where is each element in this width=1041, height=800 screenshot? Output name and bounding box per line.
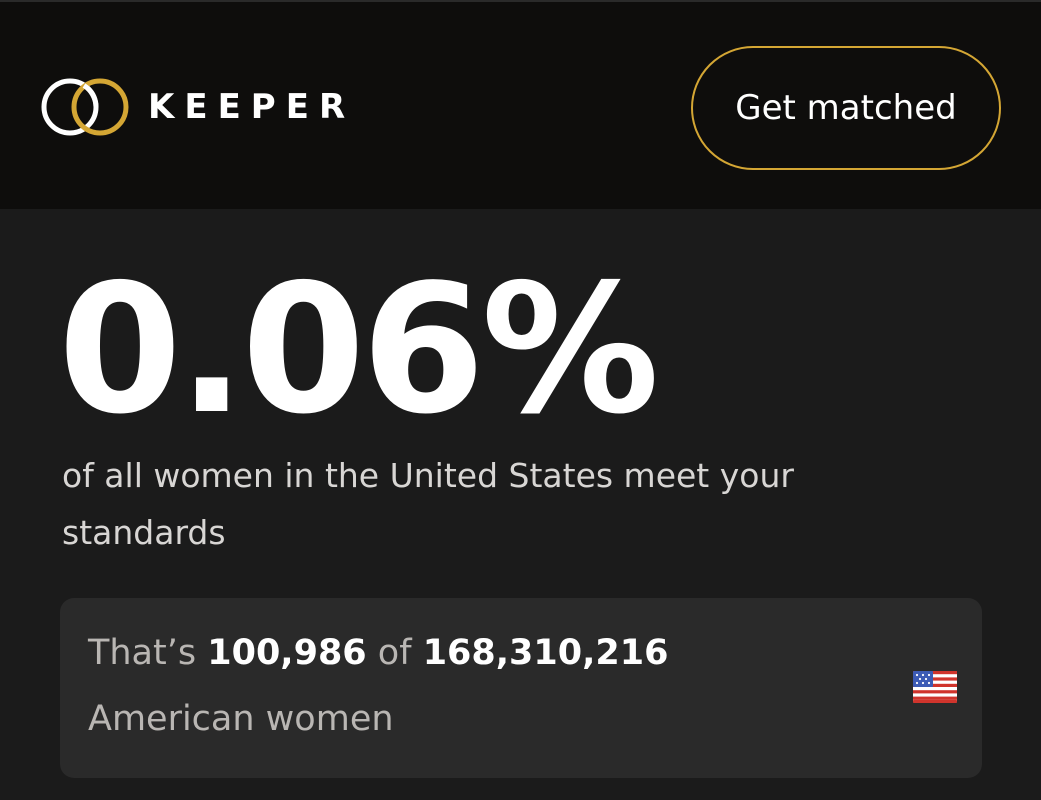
matched-count: 100,986	[207, 633, 367, 673]
summary-card: That’s 100,986 of 168,310,216 American w…	[60, 598, 982, 778]
interlocking-rings-icon	[41, 78, 129, 136]
total-count: 168,310,216	[422, 633, 669, 673]
brand-name: KEEPER	[148, 87, 356, 127]
site-header: KEEPER Get matched	[0, 0, 1041, 209]
summary-count-line: That’s 100,986 of 168,310,216	[88, 632, 668, 674]
summary-prefix: That’s	[88, 633, 197, 673]
summary-joiner: of	[377, 633, 412, 673]
results-section: 0.06% of all women in the United States …	[0, 209, 1041, 800]
summary-suffix: American women	[88, 699, 394, 739]
get-matched-button[interactable]: Get matched	[691, 46, 1001, 170]
match-percentage: 0.06%	[58, 246, 660, 453]
us-flag-icon	[913, 671, 957, 703]
brand-logo[interactable]: KEEPER	[40, 74, 355, 140]
match-description: of all women in the United States meet y…	[62, 456, 794, 552]
page: KEEPER Get matched 0.06% of all women in…	[0, 0, 1041, 800]
